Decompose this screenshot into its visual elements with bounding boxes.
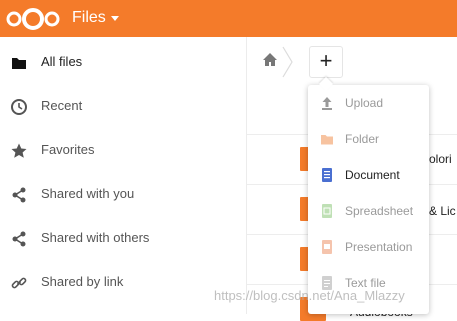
nextcloud-logo-icon[interactable] (4, 7, 62, 31)
spreadsheet-icon (322, 204, 332, 218)
sidebar-item-shared-with-others[interactable]: Shared with others (0, 218, 246, 258)
breadcrumb-chevron-icon (282, 46, 293, 78)
menu-item-presentation[interactable]: Presentation (308, 229, 429, 265)
sidebar-item-shared-with-you[interactable]: Shared with you (0, 174, 246, 214)
app-title[interactable]: Files (72, 9, 106, 27)
clock-icon (11, 99, 27, 115)
sidebar-item-recent[interactable]: Recent (0, 86, 246, 126)
sidebar-item-shared-by-link[interactable]: Shared by link (0, 262, 246, 302)
menu-item-label: Presentation (345, 240, 413, 254)
menu-item-label: Spreadsheet (345, 204, 414, 218)
folder-icon (321, 135, 333, 145)
app-menu-caret-icon[interactable] (111, 16, 119, 21)
new-button[interactable]: + (309, 46, 343, 78)
sidebar-item-label: Shared by link (41, 274, 124, 289)
sidebar-item-label: All files (41, 54, 83, 69)
home-icon[interactable] (262, 52, 278, 68)
sidebar-item-label: Shared with you (41, 186, 135, 201)
menu-item-label: Upload (345, 96, 384, 110)
menu-item-label: Document (345, 168, 400, 182)
sidebar-item-label: Recent (41, 98, 83, 113)
upload-icon (322, 97, 332, 110)
share-icon (12, 231, 26, 247)
sidebar: All files Recent Favorites Shared with y… (0, 37, 247, 314)
sidebar-item-label: Shared with others (41, 230, 150, 245)
menu-item-document[interactable]: Document (308, 157, 429, 193)
folder-icon (12, 58, 26, 69)
top-bar: Files (0, 0, 457, 37)
menu-item-upload[interactable]: Upload (308, 85, 429, 121)
sidebar-item-all-files[interactable]: All files (0, 42, 246, 82)
sidebar-item-label: Favorites (41, 142, 95, 157)
menu-item-folder[interactable]: Folder (308, 121, 429, 157)
document-icon (322, 168, 332, 182)
link-icon (11, 277, 27, 289)
menu-item-spreadsheet[interactable]: Spreadsheet (308, 193, 429, 229)
sidebar-item-favorites[interactable]: Favorites (0, 130, 246, 170)
star-icon (11, 143, 27, 158)
share-icon (12, 187, 26, 203)
file-name[interactable]: olori (429, 152, 457, 166)
watermark-text: https://blog.csdn.net/Ana_Mlazzy (214, 288, 405, 303)
menu-item-label: Folder (345, 132, 380, 146)
new-file-menu: Upload Folder Document Spreadsheet Prese… (308, 76, 429, 314)
file-name[interactable]: & Lic (429, 204, 457, 218)
presentation-icon (322, 240, 332, 254)
new-button-label: + (319, 48, 333, 73)
